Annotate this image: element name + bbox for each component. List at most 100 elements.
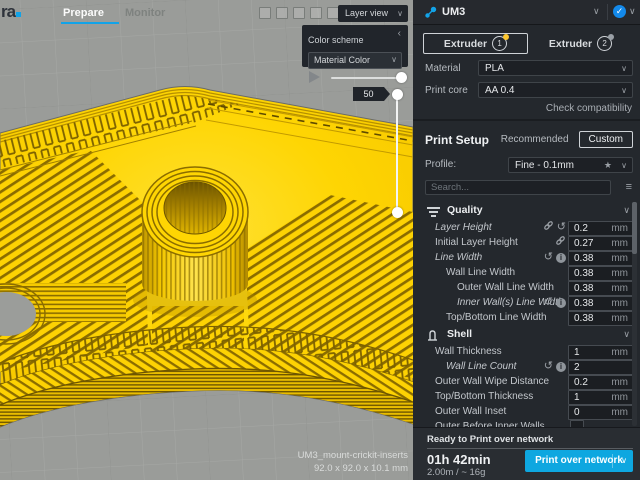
chevron-down-icon: ∨ bbox=[621, 83, 627, 98]
setting-value-field[interactable]: 2 bbox=[568, 360, 633, 375]
layer-range-slider-handle[interactable] bbox=[396, 72, 407, 83]
setting-value-field[interactable]: 0.27mm bbox=[568, 236, 633, 251]
layer-range-slider-track[interactable] bbox=[331, 77, 402, 79]
setting-value-field[interactable]: 0.2mm bbox=[568, 221, 633, 236]
setting-label: Wall Line Count bbox=[446, 359, 516, 374]
model-dimensions: 92.0 x 92.0 x 10.1 mm bbox=[208, 463, 408, 474]
chain-link-icon[interactable] bbox=[555, 235, 566, 251]
layer-slider-bottom-handle[interactable] bbox=[392, 207, 403, 218]
setting-value-field[interactable]: 0.38mm bbox=[568, 251, 633, 266]
extruder-1-tab[interactable]: Extruder 1 bbox=[423, 33, 528, 54]
settings-section-header[interactable]: Quality∨ bbox=[413, 201, 640, 220]
active-tab-underline bbox=[61, 22, 119, 24]
setting-unit: mm bbox=[611, 346, 628, 359]
setting-label: Outer Wall Inset bbox=[435, 404, 506, 419]
setting-value-field[interactable]: 0.38mm bbox=[568, 296, 633, 311]
setting-value-field[interactable]: 0.2mm bbox=[568, 375, 633, 390]
chevron-down-icon: ∨ bbox=[391, 53, 397, 67]
sliced-model-render bbox=[0, 0, 413, 480]
setting-row[interactable]: Inner Wall(s) Line Width↺i0.38mm bbox=[413, 295, 640, 310]
tab-prepare[interactable]: Prepare bbox=[63, 7, 104, 19]
undo-icon[interactable]: ↺ bbox=[544, 360, 553, 373]
setting-value: 0.38 bbox=[574, 312, 593, 325]
view-preset-left-icon[interactable] bbox=[310, 7, 322, 19]
color-scheme-dropdown[interactable]: Material Color∨ bbox=[308, 52, 402, 69]
setting-value: 0.27 bbox=[574, 237, 593, 250]
view-preset-front-icon[interactable] bbox=[276, 7, 288, 19]
extruder-1-number-icon: 1 bbox=[492, 36, 507, 51]
setting-unit: mm bbox=[611, 297, 628, 310]
profile-dropdown[interactable]: Fine - 0.1mm ★ ∨ bbox=[508, 157, 633, 173]
setting-row[interactable]: Top/Bottom Line Width0.38mm bbox=[413, 310, 640, 325]
scrollbar-thumb[interactable] bbox=[632, 202, 637, 254]
info-icon[interactable]: i bbox=[556, 253, 566, 263]
custom-mode-button[interactable]: Custom bbox=[579, 131, 633, 148]
printcore-dropdown[interactable]: AA 0.4∨ bbox=[478, 82, 633, 98]
setting-row[interactable]: Initial Layer Height 0.27mm bbox=[413, 235, 640, 250]
setting-row[interactable]: Top/Bottom Thickness 1mm bbox=[413, 389, 640, 404]
setting-value: 2 bbox=[574, 361, 580, 374]
undo-icon[interactable]: ↺ bbox=[544, 251, 553, 264]
setting-value: 0.2 bbox=[574, 376, 588, 389]
print-time-estimate: 01h 42min bbox=[427, 452, 491, 467]
setting-row[interactable]: Outer Wall Inset 0mm bbox=[413, 404, 640, 419]
setting-value-field[interactable]: 1mm bbox=[568, 390, 633, 405]
printcore-label: Print core bbox=[425, 85, 468, 96]
setting-value-field[interactable]: 1 mm bbox=[568, 345, 633, 360]
recommended-mode-button[interactable]: Recommended bbox=[491, 131, 579, 148]
setting-value-field[interactable]: 0mm bbox=[568, 405, 633, 420]
setting-value-field[interactable]: 0.38mm bbox=[568, 311, 633, 326]
view-toolbar bbox=[259, 7, 339, 19]
view-preset-top-icon[interactable] bbox=[293, 7, 305, 19]
setting-row-icons bbox=[555, 235, 566, 250]
setting-row[interactable]: Wall Thickness1mm bbox=[413, 344, 640, 359]
tab-monitor[interactable]: Monitor bbox=[125, 7, 165, 19]
collapse-panel-icon[interactable]: ‹ bbox=[398, 28, 401, 39]
connection-dropdown-chevron-icon[interactable]: ∨ bbox=[629, 6, 636, 17]
setting-label: Wall Line Width bbox=[446, 265, 515, 280]
setting-row[interactable]: Outer Wall Line Width0.38mm bbox=[413, 280, 640, 295]
settings-scrollbar[interactable] bbox=[632, 202, 637, 426]
settings-section-title: Quality bbox=[447, 201, 483, 220]
settings-search-input[interactable] bbox=[425, 180, 611, 195]
view-mode-dropdown[interactable]: Layer view∨ bbox=[338, 5, 408, 22]
setting-value: 0.38 bbox=[574, 282, 593, 295]
viewport-3d[interactable]: ra Prepare Monitor Layer view∨ Color sch… bbox=[0, 0, 413, 480]
filter-menu-icon[interactable]: ≡ bbox=[626, 181, 632, 193]
view-preset-3d-icon[interactable] bbox=[259, 7, 271, 19]
info-icon[interactable]: i bbox=[556, 362, 566, 372]
setting-row[interactable]: Wall Line Count↺i2 bbox=[413, 359, 640, 374]
setting-value: 1 bbox=[574, 346, 580, 359]
print-over-network-button[interactable]: Print over network ∨ bbox=[525, 450, 633, 472]
printer-dropdown-chevron-icon[interactable]: ∨ bbox=[593, 6, 600, 17]
extruder-2-tab[interactable]: Extruder 2 bbox=[528, 33, 633, 54]
setting-value-field[interactable]: 0.38mm bbox=[568, 266, 633, 281]
setting-value-field[interactable]: 0.38 mm bbox=[568, 281, 633, 296]
cura-window: ra Prepare Monitor Layer view∨ Color sch… bbox=[0, 0, 640, 480]
print-setup-title: Print Setup bbox=[425, 133, 489, 147]
undo-icon[interactable]: ↺ bbox=[544, 296, 553, 309]
layer-animation-play-button[interactable] bbox=[309, 71, 320, 83]
setting-row[interactable]: Wall Line Width 0.38mm bbox=[413, 265, 640, 280]
connection-ok-icon[interactable]: ✓ bbox=[613, 5, 626, 18]
layer-slider-top-handle[interactable] bbox=[392, 89, 403, 100]
chevron-down-icon: ∨ bbox=[623, 325, 630, 344]
chevron-down-icon: ∨ bbox=[621, 61, 627, 76]
setting-unit: mm bbox=[611, 406, 628, 419]
layer-slider-track[interactable] bbox=[396, 94, 398, 213]
extruder-2-material-dot bbox=[608, 34, 614, 40]
setting-row-icons: ↺i bbox=[544, 359, 566, 374]
setting-unit: mm bbox=[611, 282, 628, 295]
material-dropdown[interactable]: PLA∨ bbox=[478, 60, 633, 76]
setting-row[interactable]: Line Width ↺i0.38mm bbox=[413, 250, 640, 265]
chain-link-icon[interactable] bbox=[543, 220, 554, 236]
setting-row[interactable]: Outer Wall Wipe Distance0.2mm bbox=[413, 374, 640, 389]
setting-label: Line Width bbox=[435, 250, 482, 265]
setting-row[interactable]: Layer Height↺0.2mm bbox=[413, 220, 640, 235]
check-compatibility-link[interactable]: Check compatibility bbox=[546, 103, 632, 114]
info-icon[interactable]: i bbox=[556, 298, 566, 308]
undo-icon[interactable]: ↺ bbox=[557, 221, 566, 234]
setting-label: Initial Layer Height bbox=[435, 235, 518, 250]
setting-label: Top/Bottom Thickness bbox=[435, 389, 533, 404]
settings-section-header[interactable]: Shell∨ bbox=[413, 325, 640, 344]
